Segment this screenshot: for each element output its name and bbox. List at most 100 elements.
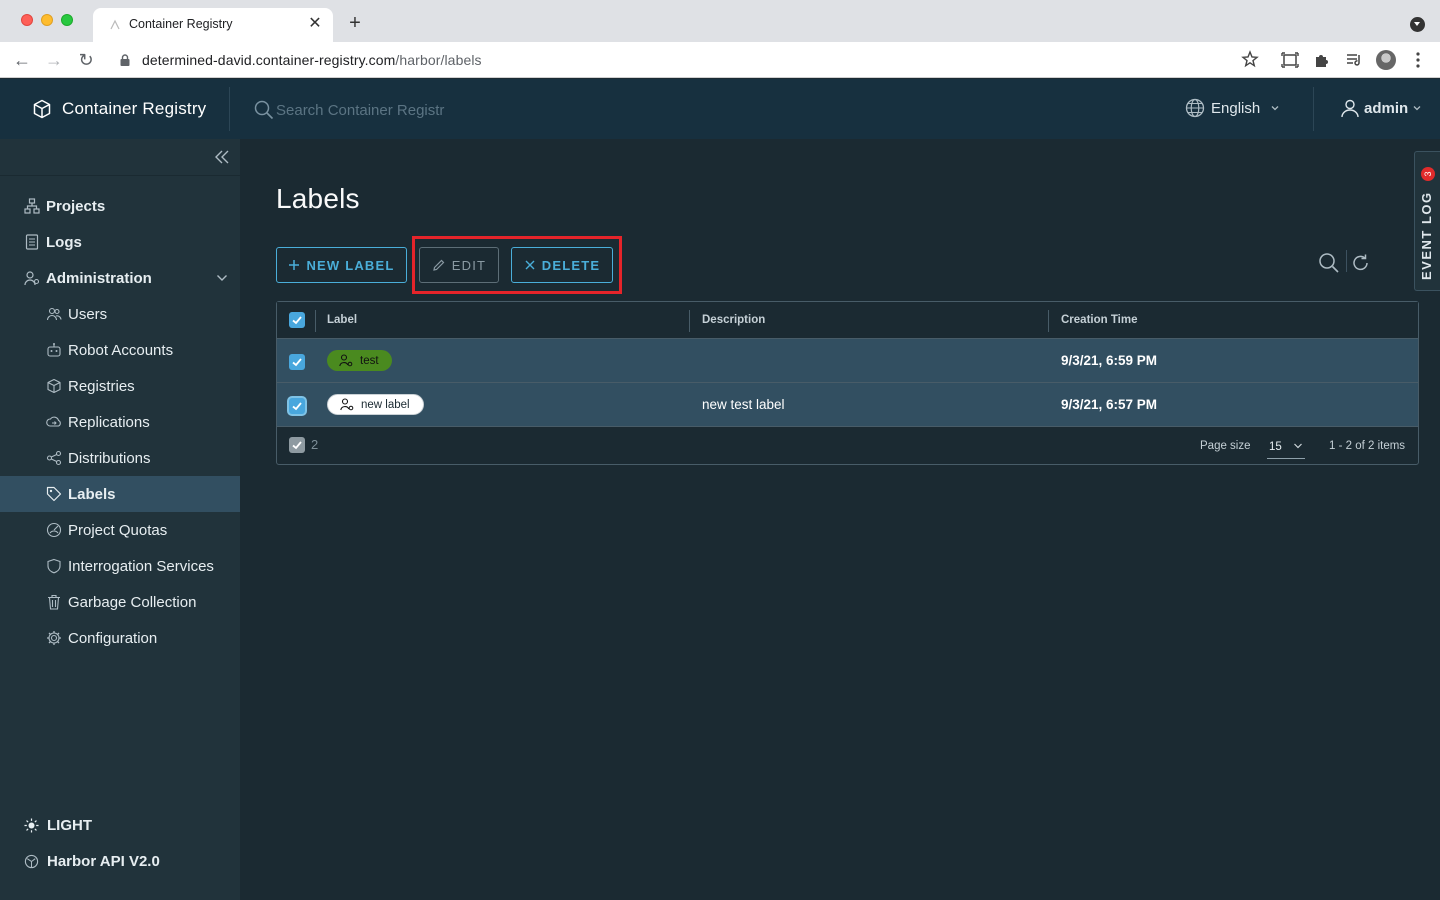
sidebar-item-label: Administration xyxy=(46,269,152,287)
sidebar-item-users[interactable]: Users xyxy=(0,296,240,332)
tab-close-icon[interactable]: ✕ xyxy=(305,14,325,34)
table-header: Label Description Creation Time xyxy=(277,302,1418,339)
projects-icon xyxy=(24,198,40,214)
url-text: determined-david.container-registry.com/… xyxy=(142,52,482,68)
maximize-window-button[interactable] xyxy=(61,14,73,26)
back-icon[interactable]: ← xyxy=(12,50,32,70)
table-footer: 2 Page size 15 1 - 2 of 2 items xyxy=(277,428,1418,464)
column-header-creation-time[interactable]: Creation Time xyxy=(1061,314,1137,326)
users-icon xyxy=(46,307,62,321)
language-dropdown[interactable]: English xyxy=(1185,98,1280,118)
browser-toolbar: ← → ↻ determined-david.container-registr… xyxy=(0,42,1440,78)
table-row[interactable]: new label new test label 9/3/21, 6:57 PM xyxy=(277,383,1418,427)
label-creation-time: 9/3/21, 6:57 PM xyxy=(1061,397,1158,412)
browser-tab[interactable]: Container Registry ✕ xyxy=(93,8,333,42)
tab-title: Container Registry xyxy=(129,17,233,31)
logs-icon xyxy=(25,234,39,250)
reload-icon[interactable]: ↻ xyxy=(76,50,96,70)
replications-icon xyxy=(46,416,61,427)
column-header-description[interactable]: Description xyxy=(702,314,765,326)
sidebar-item-administration[interactable]: Administration xyxy=(0,260,240,296)
sidebar-item-label: Garbage Collection xyxy=(68,593,197,611)
sidebar-item-label: Configuration xyxy=(68,629,158,647)
sidebar-item-logs[interactable]: Logs xyxy=(0,224,240,260)
search-icon[interactable] xyxy=(1318,252,1340,274)
labels-table: Label Description Creation Time test 9/3… xyxy=(276,301,1419,465)
sidebar-item-registries[interactable]: Registries xyxy=(0,368,240,404)
app-header: Container Registry English admin xyxy=(0,79,1440,139)
sidebar-item-label: Users xyxy=(68,305,108,323)
table-row[interactable]: test 9/3/21, 6:59 PM xyxy=(277,339,1418,383)
collapse-sidebar-icon[interactable] xyxy=(213,149,231,165)
tab-search-icon[interactable] xyxy=(1410,17,1425,32)
extensions-icon[interactable] xyxy=(1313,51,1331,69)
column-divider[interactable] xyxy=(689,310,690,332)
api-link-label: Harbor API V2.0 xyxy=(47,853,160,870)
header-divider xyxy=(229,87,230,131)
row-checkbox[interactable] xyxy=(289,354,305,370)
sidebar-item-replications[interactable]: Replications xyxy=(0,404,240,440)
bookmark-star-icon[interactable] xyxy=(1241,50,1259,68)
event-log-tab[interactable]: 3 EVENT LOG xyxy=(1414,151,1440,291)
registries-icon xyxy=(47,378,61,394)
lock-icon xyxy=(120,54,130,66)
sun-icon xyxy=(24,818,39,833)
global-search[interactable] xyxy=(254,99,476,121)
browser-tab-strip: Container Registry ✕ + xyxy=(0,0,1440,42)
sidebar: Projects Logs Administration Users Robot… xyxy=(0,139,240,900)
row-checkbox[interactable] xyxy=(289,398,305,414)
label-owner-icon xyxy=(340,398,354,411)
event-log-badge: 3 xyxy=(1421,167,1435,181)
minimize-window-button[interactable] xyxy=(41,14,53,26)
sidebar-item-label: Labels xyxy=(68,485,116,503)
gear-icon xyxy=(47,631,61,645)
sidebar-item-labels[interactable]: Labels xyxy=(0,476,240,512)
page-size-select[interactable]: 15 xyxy=(1267,435,1305,459)
sidebar-item-garbage-collection[interactable]: Garbage Collection xyxy=(0,584,240,620)
label-creation-time: 9/3/21, 6:59 PM xyxy=(1061,353,1158,368)
chevron-down-icon xyxy=(1413,106,1421,111)
brand-logo[interactable]: Container Registry xyxy=(32,98,206,120)
sidebar-item-distributions[interactable]: Distributions xyxy=(0,440,240,476)
media-control-icon[interactable] xyxy=(1345,51,1363,69)
label-owner-icon xyxy=(339,354,353,367)
column-header-label[interactable]: Label xyxy=(327,314,357,326)
main-content: Labels NEW LABEL EDIT DELETE 3 EVENT LOG… xyxy=(240,139,1440,900)
address-bar[interactable]: determined-david.container-registry.com/… xyxy=(108,46,1268,74)
label-chip: test xyxy=(327,350,392,371)
page-size-value: 15 xyxy=(1269,441,1282,453)
close-window-button[interactable] xyxy=(21,14,33,26)
sidebar-item-configuration[interactable]: Configuration xyxy=(0,620,240,656)
sidebar-item-projects[interactable]: Projects xyxy=(0,188,240,224)
api-globe-icon xyxy=(24,854,39,869)
profile-avatar[interactable] xyxy=(1376,50,1396,70)
browser-menu-icon[interactable] xyxy=(1415,51,1421,69)
label-name: new label xyxy=(361,398,410,411)
harbor-api-link[interactable]: Harbor API V2.0 xyxy=(24,853,160,870)
user-menu[interactable]: admin xyxy=(1340,98,1422,118)
tag-icon xyxy=(46,486,62,502)
sidebar-item-interrogation-services[interactable]: Interrogation Services xyxy=(0,548,240,584)
new-label-button[interactable]: NEW LABEL xyxy=(276,247,407,283)
refresh-icon[interactable] xyxy=(1350,252,1372,274)
column-divider[interactable] xyxy=(1048,310,1049,332)
page-size-label: Page size xyxy=(1200,440,1251,452)
username: admin xyxy=(1364,99,1409,117)
user-icon xyxy=(1341,99,1359,118)
search-icon xyxy=(254,100,274,120)
sidebar-item-robot-accounts[interactable]: Robot Accounts xyxy=(0,332,240,368)
robot-icon xyxy=(47,343,61,357)
sidebar-item-label: Registries xyxy=(68,377,135,395)
select-all-checkbox[interactable] xyxy=(289,312,305,328)
new-tab-button[interactable]: + xyxy=(344,12,366,34)
page-title: Labels xyxy=(276,183,360,214)
sidebar-item-label: Robot Accounts xyxy=(68,341,174,359)
search-input[interactable] xyxy=(276,101,476,119)
brand-title: Container Registry xyxy=(62,99,207,118)
sidebar-item-project-quotas[interactable]: Project Quotas xyxy=(0,512,240,548)
forward-icon[interactable]: → xyxy=(44,50,64,70)
theme-toggle-button[interactable]: LIGHT xyxy=(24,817,92,834)
screenshot-icon[interactable] xyxy=(1281,51,1299,69)
quota-icon xyxy=(46,522,62,538)
sidebar-item-label: Distributions xyxy=(68,449,151,467)
